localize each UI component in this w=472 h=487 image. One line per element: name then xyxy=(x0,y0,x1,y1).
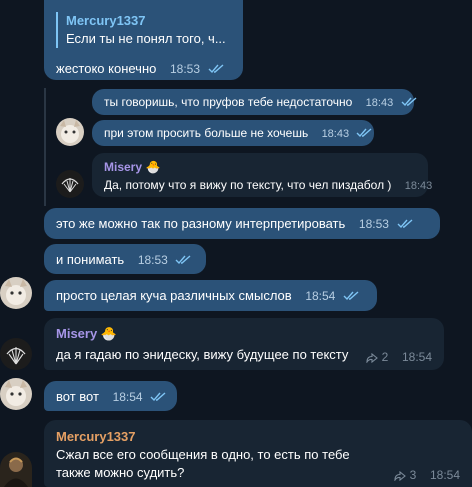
avatar-mercury[interactable] xyxy=(0,452,32,487)
sender-name[interactable]: Misery xyxy=(104,160,142,174)
message-time: 18:54 xyxy=(429,468,460,482)
double-check-icon xyxy=(208,64,224,74)
message-time: 18:54 xyxy=(112,390,143,404)
message-bubble-mercury[interactable]: Mercury1337 Сжал все его сообщения в одн… xyxy=(44,420,472,487)
sender-name[interactable]: Mercury1337 xyxy=(56,429,136,444)
double-check-icon xyxy=(343,291,359,301)
forward-count[interactable]: 3 xyxy=(394,466,417,484)
avatar-misery[interactable] xyxy=(56,170,84,198)
message-bubble[interactable]: просто целая куча различных смыслов 18:5… xyxy=(44,280,377,311)
double-check-icon xyxy=(150,392,166,402)
message-text: вот вот xyxy=(56,389,99,404)
message-text: Сжал все его сообщения в одно, то есть п… xyxy=(56,447,350,480)
chick-emoji-icon: 🐣 xyxy=(100,326,118,341)
message-time: 18:53 xyxy=(137,253,168,267)
nested-thread-line xyxy=(44,88,46,206)
message-text: Да, потому что я вижу по тексту, что чел… xyxy=(104,178,392,192)
message-time: 18:43 xyxy=(321,128,350,140)
forward-count[interactable]: 2 xyxy=(366,348,389,366)
message-text: да я гадаю по энидеску, вижу будущее по … xyxy=(56,347,349,362)
avatar-cat[interactable] xyxy=(0,378,32,410)
message-time: 18:53 xyxy=(358,217,389,231)
sender-name[interactable]: Misery xyxy=(56,326,97,341)
reply-quote[interactable]: Mercury1337 Если ты не понял того, ч... xyxy=(56,12,226,48)
forward-icon xyxy=(394,470,406,482)
double-check-icon xyxy=(397,219,413,229)
double-check-icon xyxy=(175,255,191,265)
message-bubble[interactable]: вот вот 18:54 xyxy=(44,381,177,411)
message-bubble[interactable]: это же можно так по разному интерпретиро… xyxy=(44,208,440,239)
double-check-icon xyxy=(401,97,417,107)
message-time: 18:54 xyxy=(401,350,432,364)
chick-emoji-icon: 🐣 xyxy=(145,160,161,174)
avatar-cat[interactable] xyxy=(0,277,32,309)
message-bubble-reply[interactable]: Mercury1337 Если ты не понял того, ч... … xyxy=(44,0,243,80)
message-text: жестоко конечно xyxy=(56,61,157,76)
reply-author: Mercury1337 xyxy=(66,13,146,28)
reply-text: Если ты не понял того, ч... xyxy=(66,31,226,46)
avatar-cat[interactable] xyxy=(56,118,84,146)
forward-count-value: 3 xyxy=(409,468,417,482)
nested-message-1[interactable]: ты говоришь, что пруфов тебе недостаточн… xyxy=(92,89,417,115)
nested-message-2[interactable]: при этом просить больше не хочешь 18:43 xyxy=(92,120,374,146)
message-bubble-misery[interactable]: Misery 🐣 да я гадаю по энидеску, вижу бу… xyxy=(44,318,444,370)
avatar-misery[interactable] xyxy=(0,338,32,370)
message-text: при этом просить больше не хочешь xyxy=(104,126,309,140)
message-text: просто целая куча различных смыслов xyxy=(56,288,292,303)
message-time: 18:43 xyxy=(365,97,394,109)
message-time: 18:54 xyxy=(305,289,336,303)
message-text: это же можно так по разному интерпретиро… xyxy=(56,216,346,231)
forward-count-value: 2 xyxy=(381,350,389,364)
message-time: 18:43 xyxy=(404,180,433,192)
double-check-icon xyxy=(356,128,372,138)
message-bubble[interactable]: и понимать 18:53 xyxy=(44,244,206,274)
message-text: и понимать xyxy=(56,252,125,267)
message-time: 18:53 xyxy=(170,62,201,76)
forward-icon xyxy=(366,352,378,364)
nested-message-3[interactable]: Misery 🐣 Да, потому что я вижу по тексту… xyxy=(92,153,432,197)
message-text: ты говоришь, что пруфов тебе недостаточн… xyxy=(104,95,353,109)
